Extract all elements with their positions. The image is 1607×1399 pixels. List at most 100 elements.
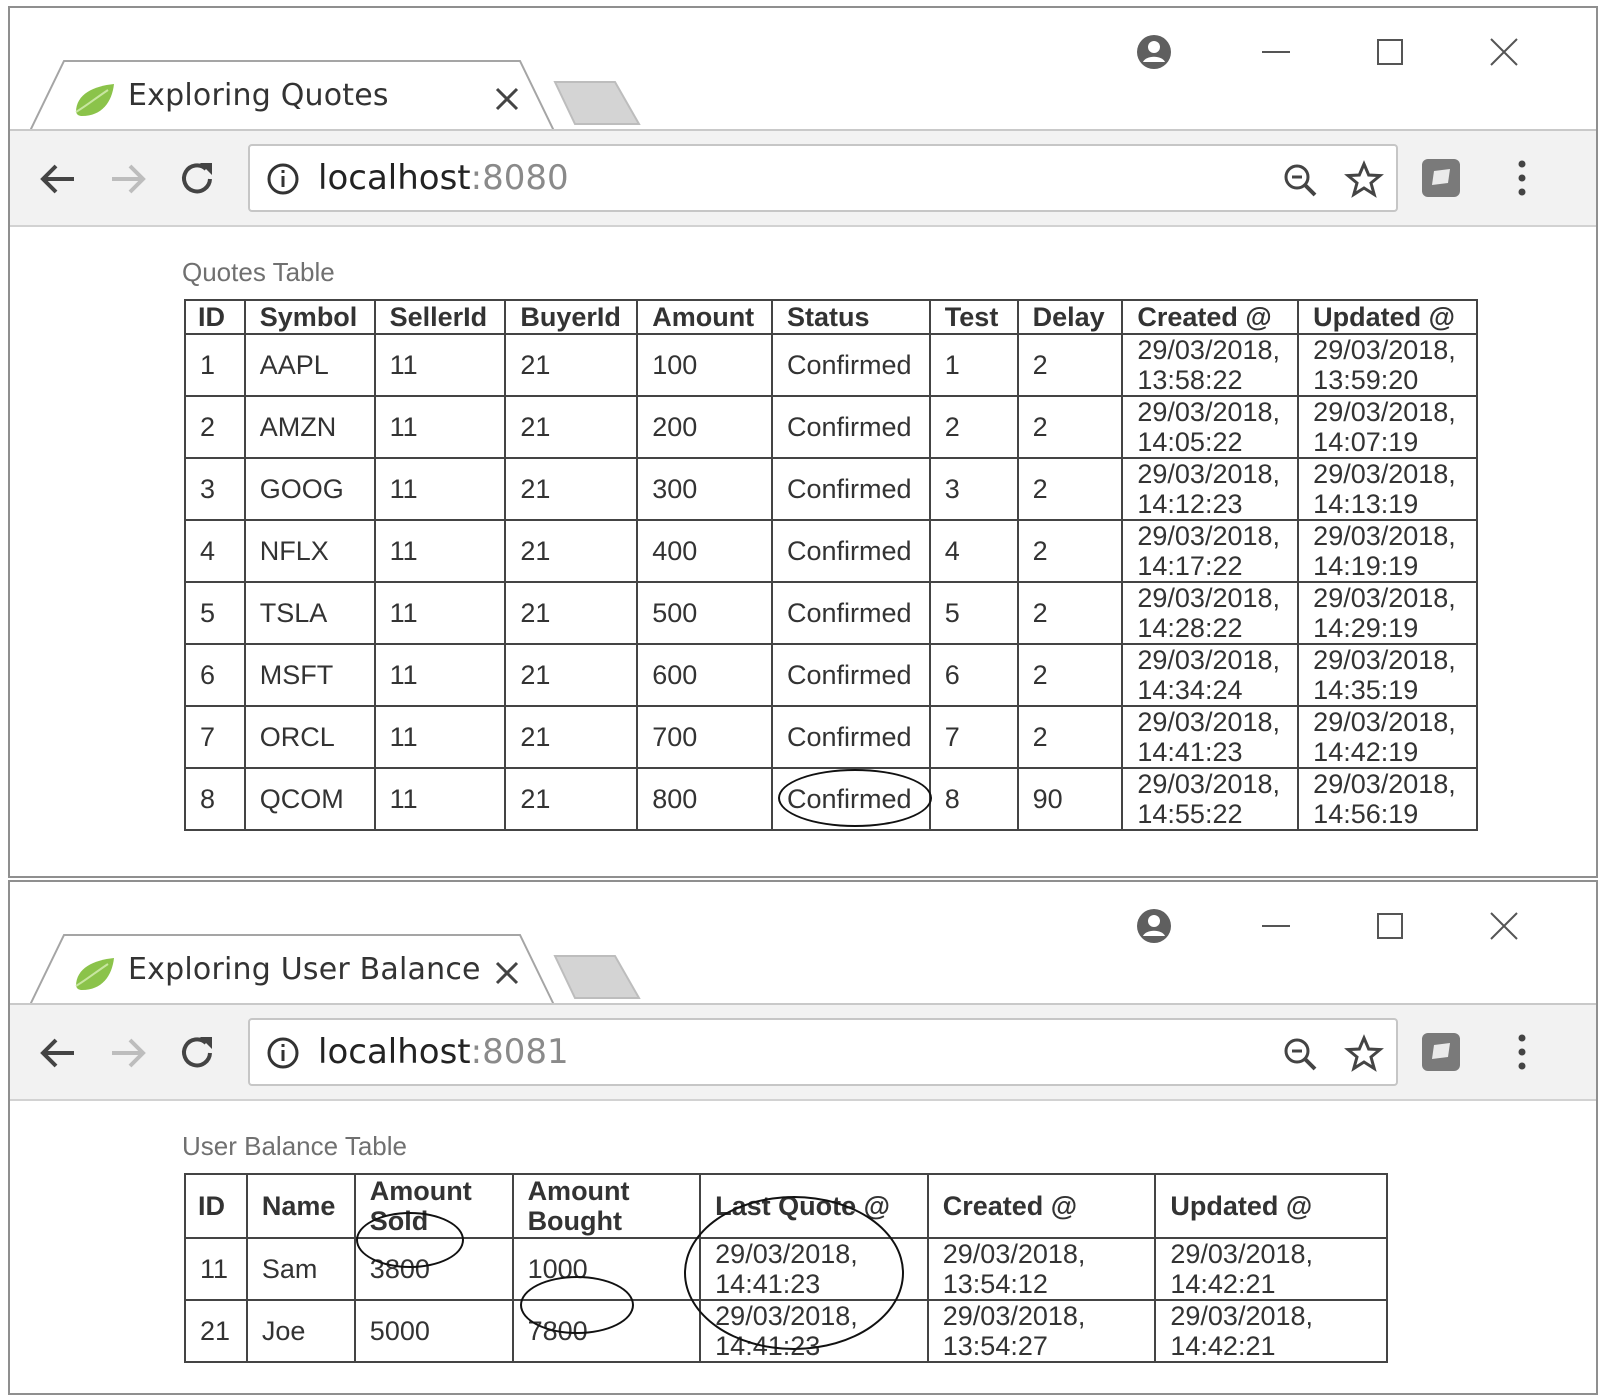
close-tab-icon[interactable] [492,84,522,114]
cell-status: Confirmed [771,395,931,459]
header-created[interactable]: Created @ [926,1173,1157,1239]
minimize-icon[interactable] [1256,32,1296,72]
forward-arrow-icon[interactable] [106,1031,150,1075]
cell-symbol: AAPL [243,333,376,397]
header-updated[interactable]: Updated @ [1297,299,1478,335]
table-row: 3 GOOG 11 21 300 Confirmed 3 2 29/03/2018, 14:12:… [184,457,1478,521]
profile-icon[interactable] [1134,906,1174,946]
table-header-row: ID Name Amount Sold Amount Bought Last Quo… [184,1173,1388,1239]
close-icon[interactable] [1484,32,1524,72]
cell-amount: 800 [636,767,773,831]
address-bar[interactable]: localhost:8080 [248,144,1398,212]
cell-amount: 500 [636,581,773,645]
cell-updated-time: 14:42:21 [1170,1269,1276,1299]
info-icon[interactable] [266,162,300,196]
close-icon[interactable] [1484,906,1524,946]
header-updated[interactable]: Updated @ [1154,1173,1388,1239]
cell-created-time: 13:58:22 [1137,365,1243,395]
url-text[interactable]: localhost:8081 [318,1032,569,1072]
maximize-icon[interactable] [1370,32,1410,72]
bookmark-star-icon[interactable] [1344,160,1384,200]
url-port: :8081 [470,1032,569,1072]
header-symbol[interactable]: Symbol [243,299,376,335]
header-last-quote[interactable]: Last Quote @ [699,1173,929,1239]
extension-icon[interactable] [1420,157,1462,199]
cell-created: 29/03/2018, 13:54:12 [926,1237,1157,1301]
cell-id: 3 [184,457,246,521]
cell-status: Confirmed [771,457,931,521]
reload-icon[interactable] [176,157,220,201]
cell-created-time: 14:28:22 [1137,613,1243,643]
cell-name: Joe [245,1299,356,1363]
zoom-out-icon[interactable] [1280,1034,1320,1074]
cell-amount: 700 [636,705,773,769]
cell-id: 21 [184,1299,248,1363]
reload-icon[interactable] [176,1031,220,1075]
title-bar: Exploring Quotes [10,8,1596,132]
tab-exploring-quotes[interactable]: Exploring Quotes [30,60,558,132]
header-sellerid[interactable]: SellerId [373,299,507,335]
cell-updated: 29/03/2018, 14:35:19 [1297,643,1478,707]
cell-delay: 2 [1016,333,1124,397]
extension-icon[interactable] [1420,1031,1462,1073]
header-id[interactable]: ID [184,299,246,335]
cell-buyerid: 21 [504,581,639,645]
cell-test: 6 [928,643,1019,707]
cell-id: 7 [184,705,246,769]
new-tab-button[interactable] [553,954,643,1000]
info-icon[interactable] [266,1036,300,1070]
cell-created: 29/03/2018, 14:05:22 [1121,395,1300,459]
table-row: 7 ORCL 11 21 700 Confirmed 7 2 29/03/2018, 14:41:… [184,705,1478,769]
cell-amount: 600 [636,643,773,707]
header-created[interactable]: Created @ [1121,299,1300,335]
cell-status: Confirmed [771,643,931,707]
url-text[interactable]: localhost:8080 [318,158,569,198]
cell-delay: 2 [1016,519,1124,583]
cell-updated: 29/03/2018, 14:07:19 [1297,395,1478,459]
header-amount-bought[interactable]: Amount Bought [511,1173,702,1239]
browser-window-user-balance: Exploring User Balance localhost:8081 Us… [8,880,1598,1395]
cell-sellerid: 11 [373,705,507,769]
header-amount-sold[interactable]: Amount Sold [353,1173,514,1239]
bookmark-star-icon[interactable] [1344,1034,1384,1074]
cell-last-quote-time: 14:41:23 [715,1269,821,1299]
cell-created-date: 29/03/2018, [1137,583,1281,613]
new-tab-button[interactable] [553,80,643,126]
cell-updated: 29/03/2018, 14:42:19 [1297,705,1478,769]
header-amount[interactable]: Amount [636,299,773,335]
header-buyerid[interactable]: BuyerId [504,299,639,335]
cell-buyerid: 21 [504,333,639,397]
back-arrow-icon[interactable] [36,157,80,201]
cell-last-quote: 29/03/2018, 14:41:23 [699,1237,929,1301]
header-delay[interactable]: Delay [1016,299,1124,335]
profile-icon[interactable] [1134,32,1174,72]
header-test[interactable]: Test [928,299,1019,335]
kebab-menu-icon[interactable] [1510,1029,1534,1075]
maximize-icon[interactable] [1370,906,1410,946]
cell-created-time: 13:54:27 [942,1331,1048,1361]
cell-delay: 2 [1016,395,1124,459]
header-id[interactable]: ID [184,1173,248,1239]
zoom-out-icon[interactable] [1280,160,1320,200]
address-bar[interactable]: localhost:8081 [248,1018,1398,1086]
header-status[interactable]: Status [771,299,931,335]
cell-updated-time: 14:07:19 [1313,427,1419,457]
back-arrow-icon[interactable] [36,1031,80,1075]
cell-test: 2 [928,395,1019,459]
close-tab-icon[interactable] [492,958,522,988]
header-name[interactable]: Name [245,1173,356,1239]
tab-exploring-user-balance[interactable]: Exploring User Balance [30,934,558,1006]
kebab-menu-icon[interactable] [1510,155,1534,201]
forward-arrow-icon[interactable] [106,157,150,201]
cell-test: 4 [928,519,1019,583]
cell-amount: 100 [636,333,773,397]
cell-amount: 200 [636,395,773,459]
cell-created-time: 13:54:12 [942,1269,1048,1299]
cell-created: 29/03/2018, 14:17:22 [1121,519,1300,583]
minimize-icon[interactable] [1256,906,1296,946]
table-caption: Quotes Table [182,257,335,287]
cell-status: Confirmed [771,333,931,397]
cell-symbol: ORCL [243,705,376,769]
cell-created-time: 14:41:23 [1137,737,1243,767]
cell-id: 1 [184,333,246,397]
